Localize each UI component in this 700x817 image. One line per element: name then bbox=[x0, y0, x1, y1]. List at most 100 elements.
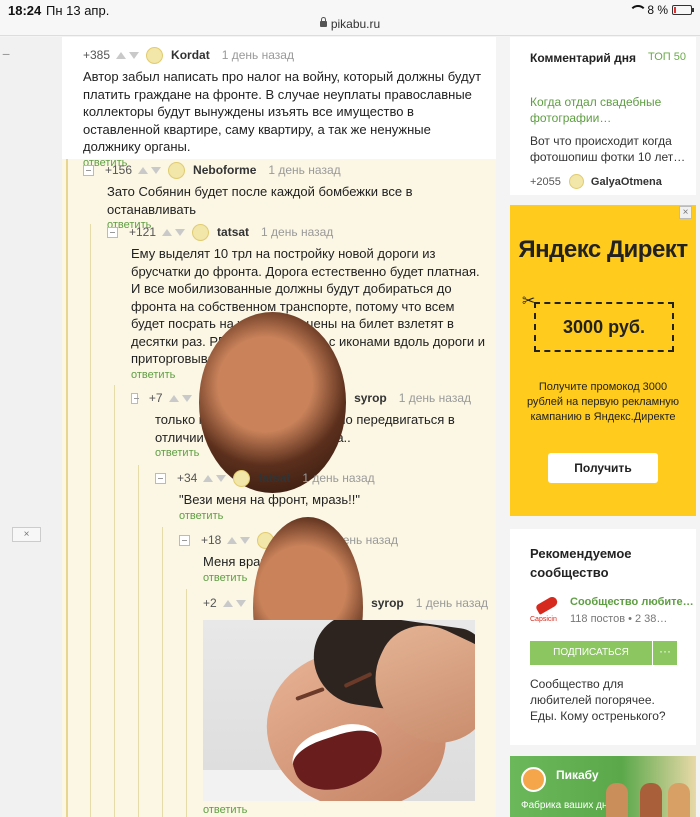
upvote-icon[interactable] bbox=[116, 51, 127, 59]
battery-icon bbox=[672, 5, 694, 15]
reply-link[interactable]: ответить bbox=[203, 804, 488, 816]
comment-author[interactable]: tatsat bbox=[258, 471, 290, 485]
right-sidebar: Комментарий дня ТОП 50 Когда отдал сваде… bbox=[510, 37, 700, 817]
comment-of-day-score: +2055 bbox=[530, 175, 561, 188]
comment-header: +156 Neboforme 1 день назад bbox=[83, 161, 488, 179]
comment-header: +7 syrop 1 день назад bbox=[131, 311, 471, 493]
chili-pepper-icon bbox=[530, 596, 562, 628]
comment-header: +121 tatsat 1 день назад bbox=[107, 223, 487, 241]
comment-author[interactable]: syrop bbox=[354, 391, 387, 405]
thread-line bbox=[162, 527, 163, 817]
lock-icon bbox=[319, 17, 327, 27]
avatar[interactable] bbox=[198, 311, 347, 493]
comment-of-day-preview[interactable]: Вот что происходит когда фотошопиш фотки… bbox=[530, 133, 696, 165]
upvote-icon[interactable] bbox=[203, 474, 214, 482]
comment-header: +385 Kordat 1 день назад bbox=[83, 46, 483, 64]
address-url: pikabu.ru bbox=[330, 17, 381, 31]
ad-brand: Яндекс Директ bbox=[518, 236, 688, 263]
close-mini-button[interactable]: × bbox=[12, 527, 41, 542]
ad-get-button[interactable]: Получить bbox=[548, 453, 658, 483]
comment-date[interactable]: 1 день назад bbox=[399, 391, 471, 405]
banner-title: Пикабу bbox=[556, 768, 599, 782]
avatar[interactable] bbox=[168, 161, 186, 179]
yandex-direct-ad[interactable]: × Яндекс Директ ✂ 3000 руб. Получите про… bbox=[510, 205, 696, 516]
avatar[interactable] bbox=[146, 46, 164, 64]
comment-of-day-card: Комментарий дня ТОП 50 Когда отдал сваде… bbox=[510, 37, 696, 195]
community-name[interactable]: Сообщество любители острого bbox=[570, 596, 700, 608]
downvote-icon[interactable] bbox=[181, 394, 192, 402]
comment-date[interactable]: 1 день назад bbox=[416, 596, 488, 610]
upvote-icon[interactable] bbox=[168, 394, 179, 402]
comment-score: +156 bbox=[105, 163, 133, 177]
comment-text: Зато Собянин будет после каждой бомбежки… bbox=[107, 184, 413, 217]
status-bar: 18:24 Пн 13 апр. pikabu.ru 8 % bbox=[0, 0, 700, 36]
status-indicators: 8 % bbox=[629, 3, 694, 17]
avatar[interactable] bbox=[233, 469, 251, 487]
banner-character bbox=[668, 783, 690, 817]
community-description: Сообщество для любителей погорячее. Еды.… bbox=[530, 677, 666, 723]
community-row[interactable]: Сообщество любители острого 118 постов •… bbox=[530, 596, 700, 628]
comment-date[interactable]: 1 день назад bbox=[268, 163, 340, 177]
comment: +385 Kordat 1 день назад Автор забыл нап… bbox=[83, 46, 483, 169]
collapse-all-icon[interactable]: − bbox=[2, 46, 10, 62]
comment-date[interactable]: 1 день назад bbox=[222, 48, 294, 62]
reply-link[interactable]: ответить bbox=[179, 510, 475, 522]
downvote-icon[interactable] bbox=[175, 228, 186, 236]
downvote-icon[interactable] bbox=[240, 536, 251, 544]
comment-date[interactable]: 1 день назад bbox=[261, 225, 333, 239]
comment-date[interactable]: 1 день назад bbox=[302, 471, 374, 485]
collapse-icon[interactable] bbox=[179, 534, 190, 546]
downvote-icon[interactable] bbox=[129, 51, 140, 59]
status-date: Пн 13 апр. bbox=[46, 3, 110, 18]
recommended-title: Рекомендуемое сообщество bbox=[530, 546, 632, 580]
downvote-icon[interactable] bbox=[151, 166, 162, 174]
community-stats: 118 постов • 2 38… bbox=[570, 613, 668, 625]
comment-of-day-author[interactable]: GalyaOtmena bbox=[591, 176, 662, 188]
left-rail: − × bbox=[0, 37, 62, 817]
avatar[interactable] bbox=[568, 174, 584, 189]
upvote-icon[interactable] bbox=[138, 166, 149, 174]
comment-score: +121 bbox=[129, 225, 157, 239]
comment-score: +385 bbox=[83, 48, 111, 62]
collapse-icon[interactable] bbox=[155, 472, 166, 484]
comment-image[interactable] bbox=[203, 620, 475, 801]
collapse-icon[interactable] bbox=[107, 226, 118, 238]
status-time: 18:24 bbox=[8, 3, 42, 18]
comment-score: +34 bbox=[177, 471, 198, 485]
thread-line bbox=[114, 385, 115, 817]
more-options-button[interactable]: ··· bbox=[653, 641, 677, 665]
comment-score: +2 bbox=[203, 596, 217, 610]
subscribe-button[interactable]: ПОДПИСАТЬСЯ bbox=[530, 641, 652, 665]
pikabu-banner[interactable]: Пикабу Фабрика ваших дней bbox=[510, 756, 696, 817]
comment-author[interactable]: Neboforme bbox=[193, 163, 256, 177]
comment-header: +2 syrop 1 день назад bbox=[203, 516, 488, 698]
banner-subtitle: Фабрика ваших дней bbox=[521, 800, 619, 811]
comment-author[interactable]: Kordat bbox=[171, 48, 210, 62]
pikabu-logo-icon bbox=[521, 767, 546, 792]
address-bar[interactable]: pikabu.ru bbox=[0, 17, 700, 31]
downvote-icon[interactable] bbox=[216, 474, 227, 482]
thread-line bbox=[186, 589, 187, 817]
upvote-icon[interactable] bbox=[222, 599, 233, 607]
ad-close-button[interactable]: × bbox=[679, 206, 692, 219]
comment-text: "Вези меня на фронт, мразь!!" bbox=[179, 492, 360, 507]
upvote-icon[interactable] bbox=[227, 536, 238, 544]
collapse-icon[interactable] bbox=[83, 164, 94, 176]
comment-of-day-post-link[interactable]: Когда отдал свадебные фотографии… bbox=[530, 94, 696, 126]
comment-score: +18 bbox=[201, 533, 222, 547]
comments-thread: +385 Kordat 1 день назад Автор забыл нап… bbox=[62, 37, 496, 817]
comment-header: +34 tatsat 1 день назад bbox=[155, 469, 475, 487]
upvote-icon[interactable] bbox=[162, 228, 173, 236]
comment-author[interactable]: tatsat bbox=[217, 225, 249, 239]
comment-author[interactable]: syrop bbox=[371, 596, 404, 610]
ad-text: Получите промокод 3000 рублей на первую … bbox=[526, 381, 680, 423]
top50-link[interactable]: ТОП 50 bbox=[648, 51, 686, 63]
collapse-icon[interactable] bbox=[131, 392, 139, 404]
comment: +2 syrop 1 день назад ответить bbox=[203, 516, 488, 816]
downvote-icon[interactable] bbox=[235, 599, 246, 607]
comment-score: +7 bbox=[148, 391, 163, 405]
avatar[interactable] bbox=[192, 223, 210, 241]
comment-text: Автор забыл написать про налог на войну,… bbox=[83, 69, 482, 154]
comment: +156 Neboforme 1 день назад Зато Собянин… bbox=[83, 161, 488, 231]
thread-line bbox=[90, 224, 91, 817]
